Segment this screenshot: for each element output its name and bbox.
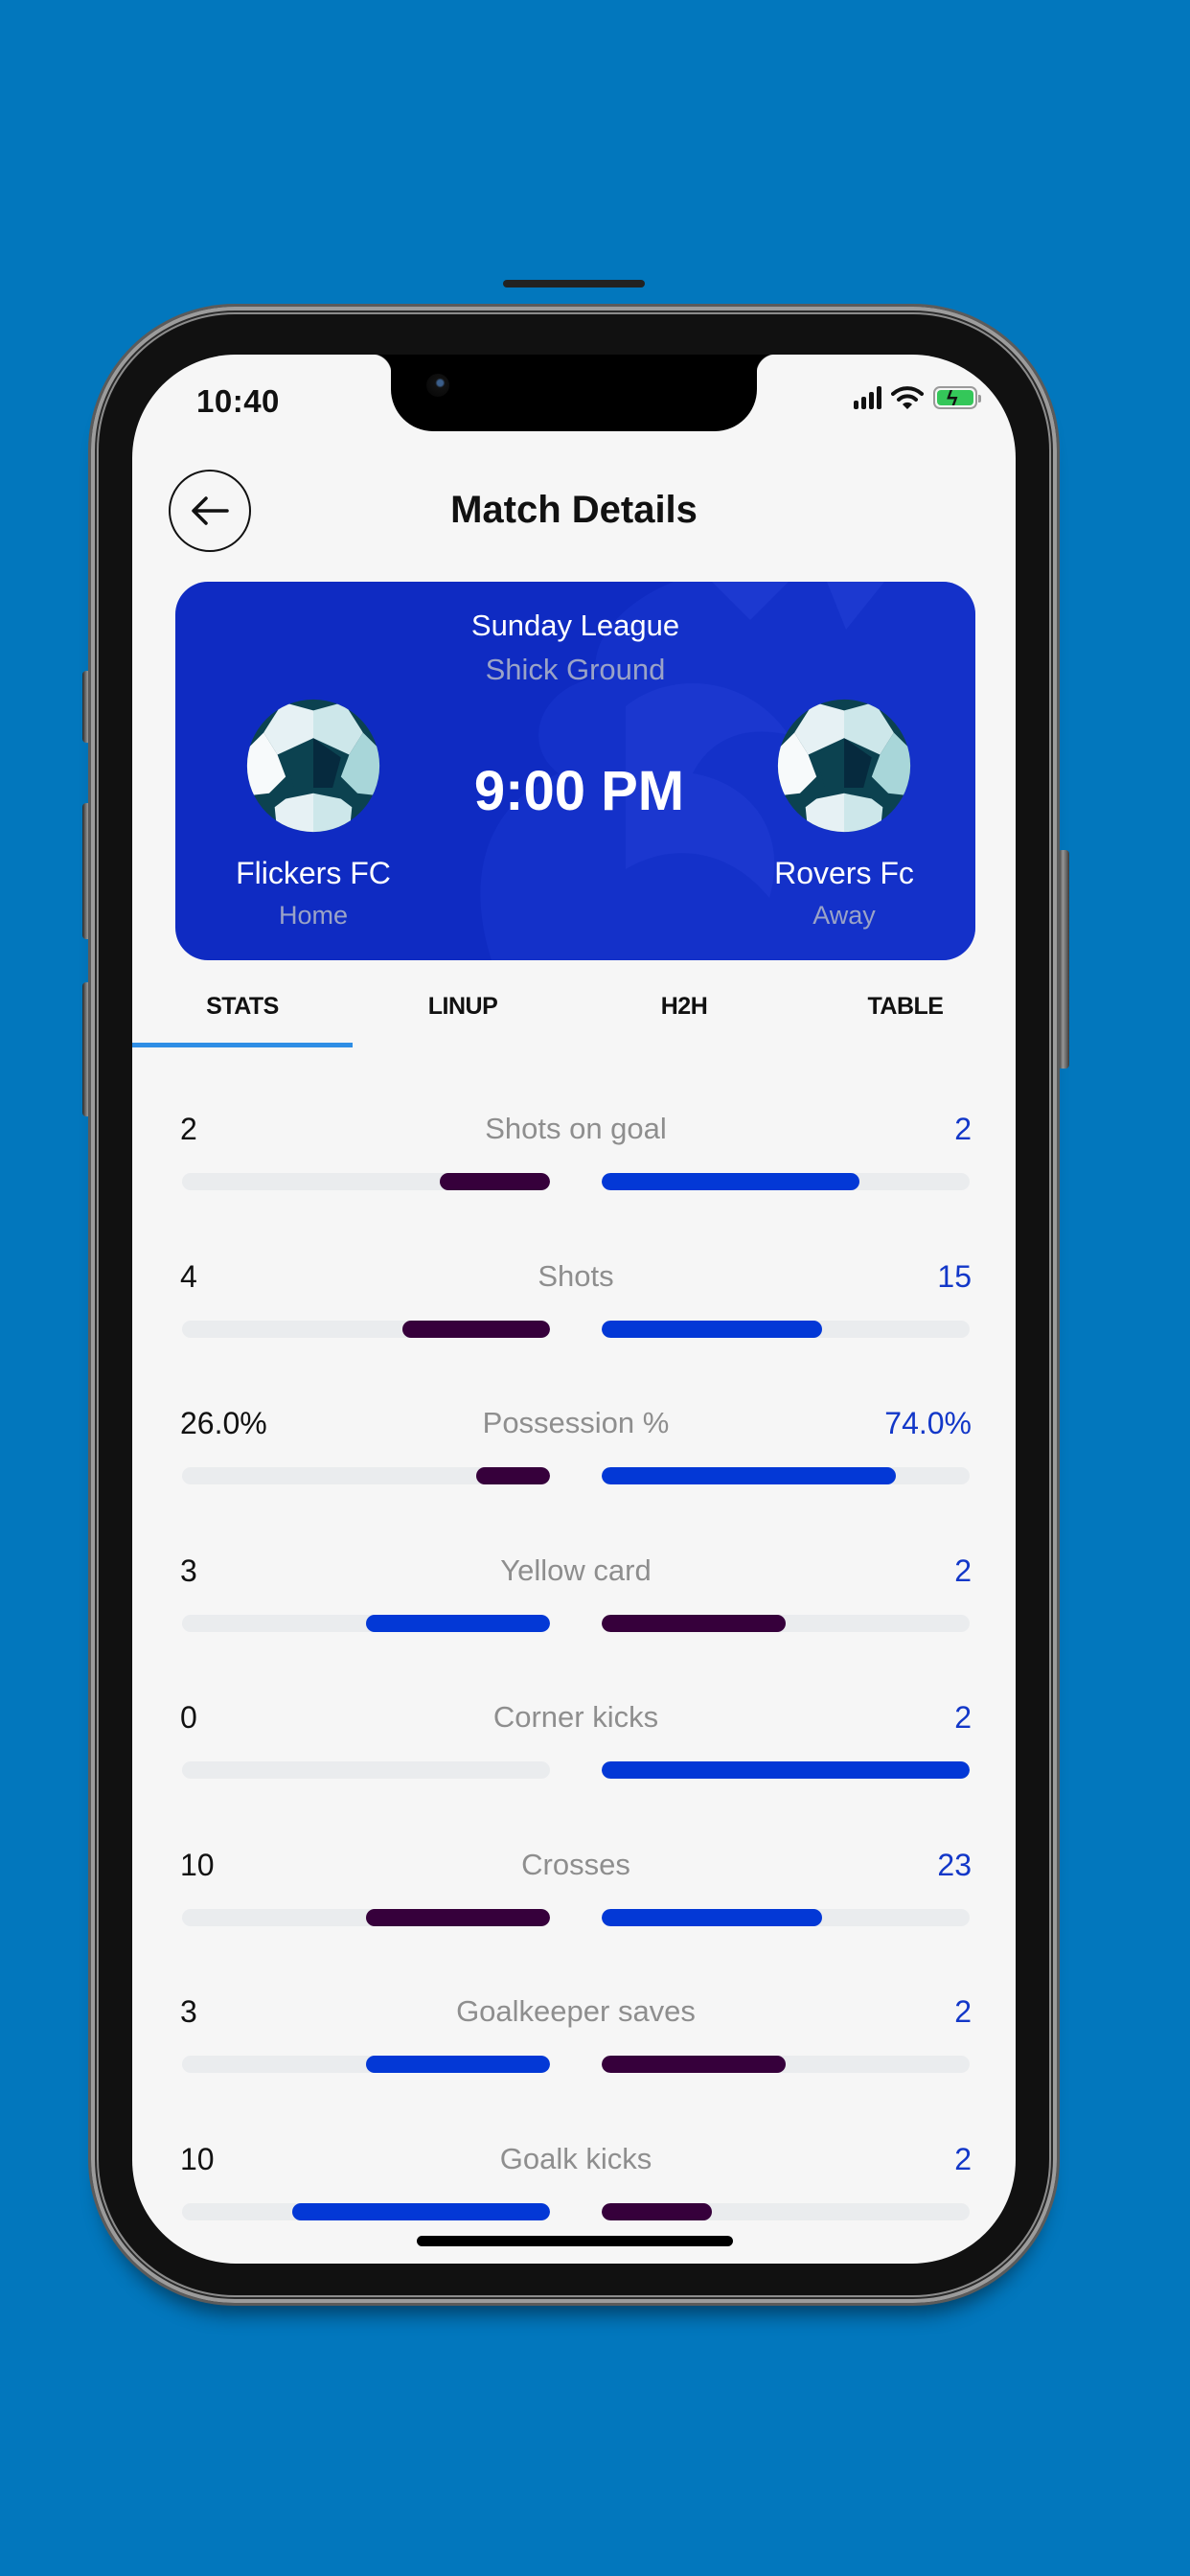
stat-label: Goalk kicks xyxy=(499,2141,652,2175)
home-stat-track xyxy=(182,1467,550,1484)
away-stat-track xyxy=(602,1908,970,1926)
stat-label: Goalkeeper saves xyxy=(456,1994,696,2028)
tab-table[interactable]: TABLE xyxy=(795,987,1016,1025)
stat-row: 4 Shots 15 xyxy=(180,1259,972,1407)
battery-charging-icon: ϟ xyxy=(933,386,981,410)
home-stat-bar xyxy=(476,1467,550,1484)
stat-label: Possession % xyxy=(482,1406,670,1439)
home-stat-track xyxy=(182,1614,550,1632)
away-stat-value: 2 xyxy=(954,1112,972,1146)
away-stat-value: 2 xyxy=(954,2141,972,2176)
home-stat-bar xyxy=(292,2202,550,2220)
status-icons: ϟ xyxy=(854,385,981,410)
soccer-ball-icon xyxy=(777,699,911,833)
away-stat-bar xyxy=(602,2202,713,2220)
away-stat-bar xyxy=(602,1320,823,1338)
stat-label: Corner kicks xyxy=(492,1700,659,1734)
home-stat-track xyxy=(182,1908,550,1926)
phone-frame: 10:40 ϟ Match Details Sunday League Shic… xyxy=(91,280,1057,2303)
stat-row: 3 Yellow card 2 xyxy=(180,1553,972,1701)
away-stat-value: 2 xyxy=(954,1552,972,1588)
stat-label: Shots xyxy=(538,1258,614,1293)
home-team-name: Flickers FC xyxy=(236,856,391,890)
away-stat-track xyxy=(602,1320,970,1338)
league-name: Sunday League xyxy=(470,609,680,642)
stat-label: Shots on goal xyxy=(485,1112,667,1145)
away-stat-track xyxy=(602,1614,970,1632)
away-stat-bar xyxy=(602,2056,786,2073)
away-stat-bar xyxy=(602,1173,859,1190)
home-stat-track xyxy=(182,1173,550,1190)
away-stat-value: 74.0% xyxy=(884,1406,972,1440)
away-stat-bar xyxy=(602,1761,970,1779)
away-stat-bar xyxy=(602,1908,823,1926)
front-camera xyxy=(426,374,449,397)
home-stat-track xyxy=(182,2056,550,2073)
home-team[interactable]: Flickers FC Home xyxy=(208,697,419,931)
home-label: Home xyxy=(278,901,349,930)
match-card[interactable]: Sunday League Shick Ground 9:00 PM Flick… xyxy=(175,582,975,960)
page-title: Match Details xyxy=(450,489,698,531)
away-stat-value: 2 xyxy=(954,1994,972,2029)
away-stat-value: 15 xyxy=(937,1258,972,1294)
away-team-name: Rovers Fc xyxy=(774,856,914,890)
home-stat-track xyxy=(182,1761,550,1779)
home-stat-bar xyxy=(439,1173,550,1190)
away-stat-track xyxy=(602,2202,970,2220)
wifi-icon xyxy=(891,386,924,409)
away-label: Away xyxy=(812,901,876,930)
tab-bar: STATS LINUP H2H TABLE xyxy=(132,987,1016,1047)
away-stat-track xyxy=(602,1761,970,1779)
home-indicator[interactable] xyxy=(417,2236,733,2246)
away-stat-value: 23 xyxy=(937,1847,972,1882)
stat-row: 0 Corner kicks 2 xyxy=(180,1700,972,1848)
ground-name: Shick Ground xyxy=(485,653,666,686)
stat-row: 26.0% Possession % 74.0% xyxy=(180,1406,972,1553)
away-stat-value: 2 xyxy=(954,1700,972,1735)
earpiece-speaker xyxy=(503,280,645,288)
home-stat-bar xyxy=(366,1908,550,1926)
away-stat-track xyxy=(602,1467,970,1484)
away-stat-bar xyxy=(602,1467,897,1484)
power-button[interactable] xyxy=(1058,850,1069,1069)
stat-row: 2 Shots on goal 2 xyxy=(180,1112,972,1259)
stat-label: Yellow card xyxy=(500,1552,652,1587)
notch xyxy=(372,355,776,431)
active-tab-indicator xyxy=(132,1043,353,1047)
tab-stats[interactable]: STATS xyxy=(132,987,353,1025)
home-stat-bar xyxy=(366,1614,550,1632)
home-stat-track xyxy=(182,2202,550,2220)
stat-row: 10 Crosses 23 xyxy=(180,1848,972,1995)
away-team[interactable]: Rovers Fc Away xyxy=(739,697,950,931)
status-time: 10:40 xyxy=(196,383,280,419)
away-stat-bar xyxy=(602,1614,786,1632)
tab-lineup[interactable]: LINUP xyxy=(353,987,573,1025)
away-stat-track xyxy=(602,2056,970,2073)
stat-row: 3 Goalkeeper saves 2 xyxy=(180,1994,972,2142)
tab-h2h[interactable]: H2H xyxy=(574,987,794,1025)
stats-list: 2 Shots on goal 2 4 Shots 15 26.0% Possession %… xyxy=(180,1112,972,2264)
stat-label: Crosses xyxy=(521,1847,630,1881)
away-stat-track xyxy=(602,1173,970,1190)
home-stat-track xyxy=(182,1320,550,1338)
home-stat-bar xyxy=(402,1320,550,1338)
cellular-signal-icon xyxy=(854,386,881,409)
home-stat-bar xyxy=(366,2056,550,2073)
screen: 10:40 ϟ Match Details Sunday League Shic… xyxy=(132,355,1016,2264)
soccer-ball-icon xyxy=(246,699,380,833)
